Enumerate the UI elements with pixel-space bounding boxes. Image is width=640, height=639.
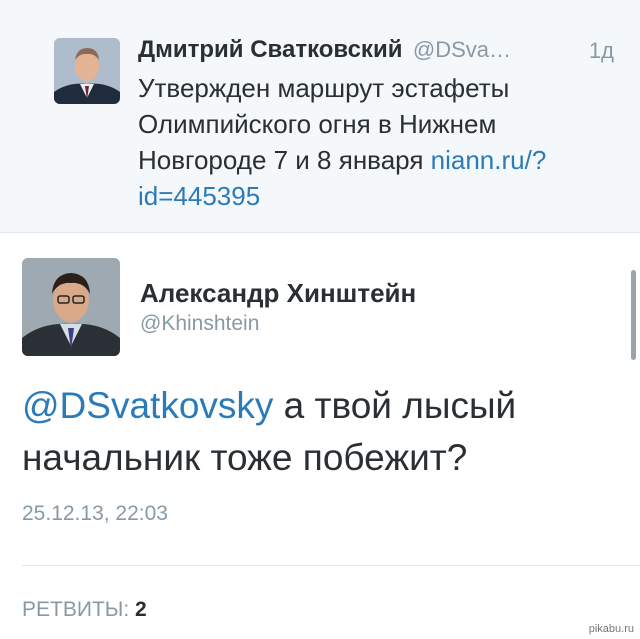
reply-header: Дмитрий Сватковский @DSva… 1д xyxy=(138,36,618,66)
in-reply-to-tweet[interactable]: Дмитрий Сватковский @DSva… 1д Утвержден … xyxy=(0,0,640,233)
tweet-text: @DSvatkovsky а твой лысый начальник тоже… xyxy=(22,380,622,484)
reply-author-handle[interactable]: @DSva… xyxy=(413,37,511,62)
scrollbar[interactable] xyxy=(631,270,636,360)
avatar[interactable] xyxy=(22,258,120,356)
avatar[interactable] xyxy=(54,38,120,104)
retweets-number: 2 xyxy=(135,598,147,621)
retweets-label: РЕТВИТЫ: xyxy=(22,598,130,621)
reply-tweet-text: Утвержден маршрут эстафеты Олимпийского … xyxy=(138,70,608,214)
retweet-count[interactable]: РЕТВИТЫ: 2 xyxy=(22,598,147,622)
mention-link[interactable]: @DSvatkovsky xyxy=(22,385,273,426)
divider xyxy=(22,565,640,566)
author-handle[interactable]: @Khinshtein xyxy=(140,312,259,336)
reply-author-name[interactable]: Дмитрий Сватковский xyxy=(138,36,402,63)
user-photo-icon xyxy=(54,38,120,104)
watermark: pikabu.ru xyxy=(586,623,636,635)
tweet-timestamp: 25.12.13, 22:03 xyxy=(22,502,168,525)
user-photo-icon xyxy=(22,258,120,356)
author-name[interactable]: Александр Хинштейн xyxy=(140,278,416,309)
reply-timestamp: 1д xyxy=(588,38,614,63)
